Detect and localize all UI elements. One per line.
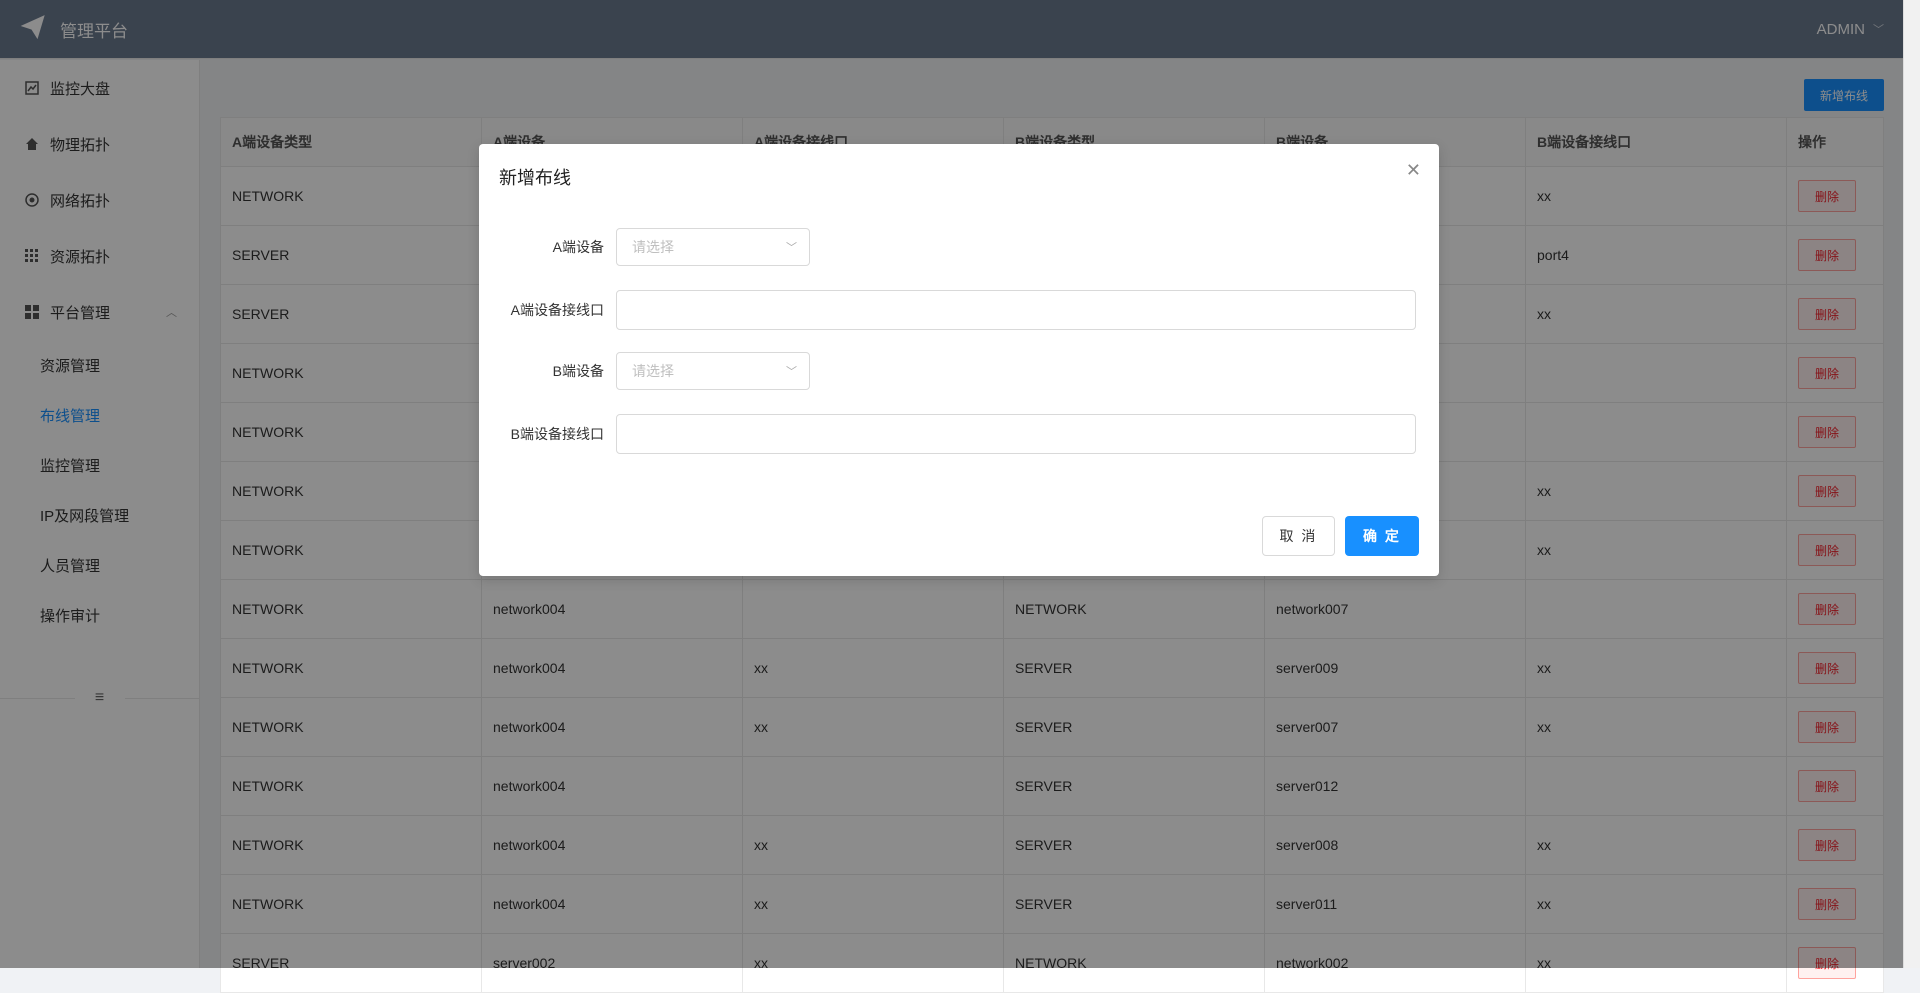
a-device-select[interactable]: 请选择 ﹀ (616, 228, 810, 266)
b-device-select[interactable]: 请选择 ﹀ (616, 352, 810, 390)
b-device-placeholder: 请选择 (632, 363, 674, 379)
chevron-down-icon: ﹀ (786, 366, 797, 378)
b-port-label: B端设备接线口 (510, 426, 604, 442)
close-icon[interactable]: ✕ (1406, 160, 1421, 181)
a-port-label: A端设备接线口 (510, 302, 604, 318)
a-device-label: A端设备 (552, 239, 604, 255)
form-row-a-port: A端设备接线口 (499, 290, 1416, 330)
a-device-placeholder: 请选择 (632, 239, 674, 255)
dialog-title: 新增布线 (499, 168, 571, 188)
cancel-button[interactable]: 取 消 (1262, 516, 1335, 556)
confirm-button[interactable]: 确 定 (1345, 516, 1419, 556)
dialog-footer: 取 消 确 定 (1262, 516, 1419, 556)
chevron-down-icon: ﹀ (786, 242, 797, 254)
b-port-input[interactable] (616, 414, 1416, 454)
a-port-input[interactable] (616, 290, 1416, 330)
form-row-b-device: B端设备 请选择 ﹀ (499, 352, 810, 390)
b-device-label: B端设备 (552, 363, 604, 379)
form-row-b-port: B端设备接线口 (499, 414, 1416, 454)
add-cabling-dialog: 新增布线 ✕ A端设备 请选择 ﹀ A端设备接线口 B端设备 请选择 ﹀ B端设… (479, 144, 1439, 576)
page-scrollbar[interactable] (1903, 0, 1920, 968)
form-row-a-device: A端设备 请选择 ﹀ (499, 228, 810, 266)
